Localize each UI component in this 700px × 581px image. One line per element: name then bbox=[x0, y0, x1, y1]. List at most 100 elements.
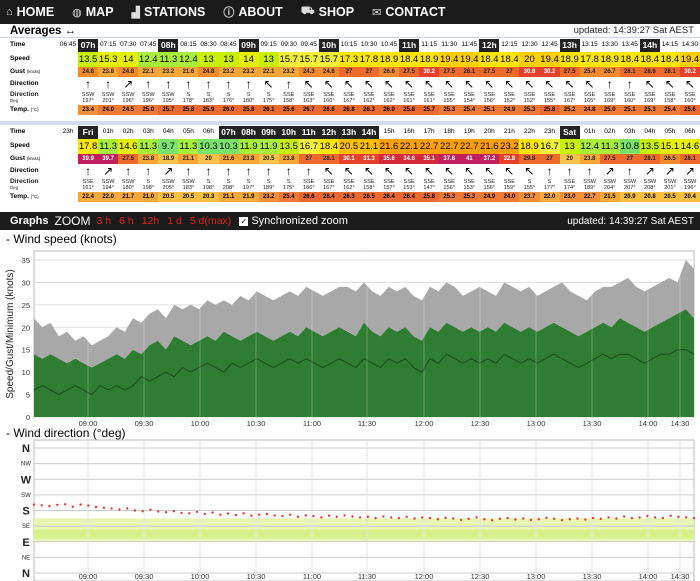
direction-point bbox=[94, 505, 98, 509]
gust-cell: 27.5 bbox=[399, 67, 420, 77]
temp-cell: 26.6 bbox=[318, 105, 339, 115]
direction-degrees: 155° bbox=[443, 98, 455, 104]
direction-degrees: 156° bbox=[443, 185, 455, 191]
direction-cell: S 183° bbox=[198, 91, 218, 105]
gust-cell: 22.1 bbox=[138, 67, 159, 77]
time-cell: 09h bbox=[238, 39, 259, 52]
direction-point bbox=[537, 518, 540, 521]
gust-cell: 23.2 bbox=[238, 67, 259, 77]
averages-bar: Averages ↔ updated: 14:39:27 Sat AEST bbox=[0, 24, 700, 38]
nav-about[interactable]: ⓘ ABOUT bbox=[223, 4, 282, 20]
nav-label: CONTACT bbox=[385, 5, 446, 19]
direction-degrees: 201° bbox=[664, 185, 676, 191]
direction-arrow-icon: ↗ bbox=[684, 164, 695, 178]
gust-cell: 27.5 bbox=[439, 67, 460, 77]
direction-arrow-icon: ↖ bbox=[544, 77, 555, 91]
direction-degrees: 204° bbox=[603, 185, 616, 191]
speed-cell: 15.1 bbox=[659, 139, 680, 154]
speed-cell: 19.4 bbox=[539, 52, 560, 67]
averages-title[interactable]: Averages ↔ bbox=[10, 25, 76, 37]
nav-stations[interactable]: ▟ STATIONS bbox=[132, 5, 206, 19]
direction-point bbox=[498, 517, 502, 520]
direction-point bbox=[56, 503, 59, 507]
direction-point bbox=[195, 510, 199, 514]
direction-cell: S 178° bbox=[178, 91, 198, 105]
direction-label: Direction bbox=[10, 167, 39, 174]
direction-degrees: 198° bbox=[202, 185, 215, 191]
direction-arrow-icon: ↖ bbox=[504, 164, 515, 178]
time-cell: Fri bbox=[78, 126, 99, 139]
direction-arrow-icon: ↖ bbox=[644, 77, 655, 91]
direction-point bbox=[522, 517, 525, 520]
speed-cell: 11.9 bbox=[258, 139, 279, 154]
temp-cell: 26.4 bbox=[318, 192, 339, 202]
deg-label: Deg bbox=[10, 185, 19, 190]
direction-cell: SSE 147° bbox=[419, 178, 439, 192]
direction-cell: SSW 189° bbox=[580, 178, 600, 192]
gust-cell: 35.1 bbox=[419, 154, 440, 164]
nav-home[interactable]: ⌂ HOME bbox=[6, 5, 54, 19]
nav-map[interactable]: ◍ MAP bbox=[72, 5, 113, 19]
time-label: Time bbox=[10, 128, 26, 136]
speed-cell: 17.8 bbox=[358, 52, 379, 67]
gust-cell: 28.1 bbox=[659, 67, 680, 77]
gust-cell: 30.2 bbox=[679, 67, 700, 77]
temp-cell: 21.0 bbox=[138, 192, 159, 202]
time-cell: 13:45 bbox=[621, 41, 638, 49]
direction-arrow-icon: ↖ bbox=[484, 77, 495, 91]
time-cell: 13h bbox=[338, 126, 359, 139]
dir-cell-empty bbox=[58, 91, 78, 105]
y-tick-label: 5 bbox=[26, 391, 30, 400]
direction-cell: SSE 166° bbox=[319, 91, 339, 105]
time-cell: 22h bbox=[524, 128, 535, 136]
dir-tick-label: NE bbox=[22, 555, 30, 561]
time-cell: 10:45 bbox=[380, 41, 398, 49]
table-separator bbox=[0, 121, 700, 125]
direction-point bbox=[63, 503, 67, 506]
direction-degrees: 180° bbox=[122, 185, 134, 191]
direction-point bbox=[506, 516, 509, 520]
temp-cell: 25.9 bbox=[198, 105, 219, 115]
gust-cell: 27.5 bbox=[559, 67, 580, 77]
direction-deg-label: Direction Deg bbox=[0, 91, 58, 105]
direction-cell: SSE 166° bbox=[299, 178, 319, 192]
direction-cell: SSW 180° bbox=[118, 178, 138, 192]
direction-point bbox=[320, 516, 323, 519]
temp-cell: 25.3 bbox=[439, 192, 460, 202]
direction-degrees: 159° bbox=[503, 185, 516, 191]
direction-cell: SSW 183° bbox=[178, 178, 198, 192]
nav-shop[interactable]: ⛟ SHOP bbox=[301, 5, 354, 19]
direction-degrees: 163° bbox=[302, 98, 315, 104]
zoom-option[interactable]: 1 d bbox=[167, 215, 182, 227]
speed-cell: 18.4 bbox=[639, 52, 660, 67]
speed-cell: 23.2 bbox=[499, 139, 520, 154]
sync-label[interactable]: Synchronized zoom bbox=[251, 215, 348, 227]
gust-label: Gust (knots) bbox=[0, 67, 58, 77]
gust-cell: 31.3 bbox=[358, 154, 379, 164]
nav-contact[interactable]: ✉ CONTACT bbox=[372, 5, 445, 19]
time-cell: 23h bbox=[544, 128, 555, 136]
speed-cell: 12.4 bbox=[178, 52, 199, 67]
temp-cell: 25.8 bbox=[238, 105, 259, 115]
time-cell: 04h bbox=[644, 128, 656, 136]
direction-cell: SSE 159° bbox=[499, 178, 519, 192]
zoom-option[interactable]: 3 h bbox=[97, 215, 112, 227]
y-tick-label: 10 bbox=[22, 368, 30, 377]
sync-checkbox[interactable]: ✓ bbox=[239, 216, 249, 226]
direction-text-row: Direction Deg SSW 197° SSW 201° SSW 196° SSW 196°… bbox=[0, 91, 700, 105]
direction-arrow-icon: ↖ bbox=[444, 77, 455, 91]
zoom-option[interactable]: 5 d(max) bbox=[190, 215, 231, 227]
gust-cell: 24.8 bbox=[78, 67, 99, 77]
zoom-option[interactable]: 12h bbox=[142, 215, 160, 227]
direction-point bbox=[483, 518, 486, 521]
zoom-option[interactable]: 6 h bbox=[119, 215, 134, 227]
gust-cell: 20 bbox=[198, 154, 219, 164]
direction-point bbox=[599, 517, 602, 520]
gust-cell: 23.8 bbox=[98, 67, 119, 77]
direction-point bbox=[459, 518, 463, 522]
direction-cell: SSE 161° bbox=[419, 91, 439, 105]
time-cell: 15h bbox=[383, 128, 395, 136]
direction-arrow-icon: ↑ bbox=[225, 164, 232, 178]
direction-arrow-icon: ↗ bbox=[644, 164, 655, 178]
temp-cell: 26.3 bbox=[338, 192, 359, 202]
